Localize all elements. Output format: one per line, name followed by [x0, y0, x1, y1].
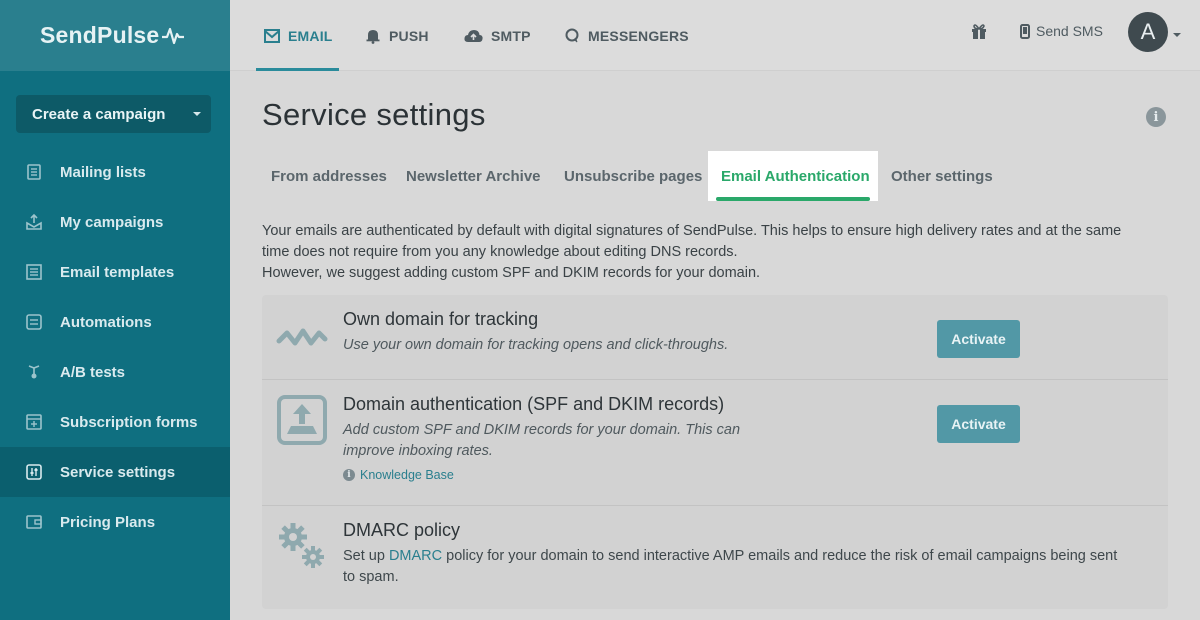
sidebar-item-my-campaigns[interactable]: My campaigns — [0, 197, 230, 247]
main-content: Service settings i From addresses Newsle… — [230, 71, 1200, 620]
create-campaign-button[interactable]: Create a campaign — [16, 95, 211, 133]
sidebar-item-label: Pricing Plans — [60, 513, 156, 531]
sidebar-item-email-templates[interactable]: Email templates — [0, 247, 230, 297]
intro-line: Your emails are authenticated by default… — [262, 223, 1122, 239]
cloud-upload-icon — [464, 29, 483, 42]
desc-text: policy for your domain to send interacti… — [442, 548, 1118, 564]
tab-other-settings[interactable]: Other settings — [878, 151, 1006, 201]
page-title: Service settings — [262, 97, 486, 132]
send-sms-label: Send SMS — [1036, 23, 1103, 39]
templates-icon — [24, 262, 44, 282]
info-icon: i — [343, 469, 355, 481]
tab-label: Email Authentication — [721, 167, 870, 185]
phone-icon — [1020, 23, 1030, 39]
send-sms-button[interactable]: Send SMS — [1020, 0, 1103, 62]
tab-label: From addresses — [271, 167, 387, 185]
tab-label: EMAIL — [288, 27, 333, 44]
intro-text: Your emails are authenticated by default… — [262, 221, 1162, 284]
row-title: Own domain for tracking — [343, 309, 539, 329]
intro-line: However, we suggest adding custom SPF an… — [262, 265, 761, 281]
domain-auth-row: Domain authentication (SPF and DKIM reco… — [262, 380, 1168, 506]
row-description-line: Add custom SPF and DKIM records for your… — [343, 422, 741, 438]
gift-icon[interactable] — [970, 22, 988, 45]
tab-email[interactable]: EMAIL — [264, 0, 333, 71]
ab-tests-icon — [24, 362, 44, 382]
tab-label: PUSH — [389, 27, 429, 44]
knowledge-base-link[interactable]: i Knowledge Base — [343, 468, 454, 482]
forms-icon — [24, 412, 44, 432]
row-description-line: Set up DMARC policy for your domain to s… — [343, 546, 1153, 567]
gears-icon — [279, 523, 324, 568]
sidebar-item-automations[interactable]: Automations — [0, 297, 230, 347]
sidebar-item-service-settings[interactable]: Service settings — [0, 447, 230, 497]
sidebar-item-label: Subscription forms — [60, 413, 198, 431]
pulse-icon — [162, 27, 185, 44]
auth-options-panel: Own domain for tracking Use your own dom… — [262, 295, 1168, 609]
intro-line: time does not require from you any knowl… — [262, 244, 738, 260]
tab-unsubscribe-pages[interactable]: Unsubscribe pages — [551, 151, 715, 201]
avatar[interactable]: A — [1128, 12, 1168, 52]
tracking-domain-row: Own domain for tracking Use your own dom… — [262, 295, 1168, 380]
pulse-wave-icon — [276, 328, 328, 346]
bell-icon — [366, 29, 380, 44]
desc-text: Set up — [343, 548, 389, 564]
logo[interactable]: SendPulse — [0, 0, 230, 71]
tab-label: Unsubscribe pages — [564, 167, 703, 185]
wallet-icon — [24, 512, 44, 532]
info-icon[interactable]: i — [1146, 107, 1166, 127]
sidebar-item-ab-tests[interactable]: A/B tests — [0, 347, 230, 397]
sidebar-item-mailing-lists[interactable]: Mailing lists — [0, 147, 230, 197]
avatar-letter: A — [1140, 19, 1156, 44]
tab-push[interactable]: PUSH — [365, 0, 429, 71]
row-title: Domain authentication (SPF and DKIM reco… — [343, 394, 725, 414]
sidebar-item-subscription-forms[interactable]: Subscription forms — [0, 397, 230, 447]
knowledge-base-label: Knowledge Base — [360, 468, 454, 482]
logo-text: SendPulse — [40, 22, 160, 48]
sidebar-item-label: A/B tests — [60, 363, 126, 381]
row-description-line: improve inboxing rates. — [343, 443, 493, 459]
row-title: DMARC policy — [343, 520, 461, 540]
automations-icon — [24, 312, 44, 332]
row-description: Set up DMARC policy for your domain to s… — [343, 546, 1153, 588]
tab-label: SMTP — [491, 27, 531, 44]
sidebar-item-label: Mailing lists — [60, 163, 146, 181]
upload-document-icon — [277, 395, 327, 445]
sidebar-item-label: Automations — [60, 313, 152, 331]
dmarc-link[interactable]: DMARC — [389, 548, 442, 564]
settings-icon — [24, 462, 44, 482]
tab-newsletter-archive[interactable]: Newsletter Archive — [393, 151, 554, 201]
row-description: Use your own domain for tracking opens a… — [343, 337, 729, 353]
top-navigation: EMAIL PUSH SMTP MESSENGERS Send SMS A — [230, 0, 1200, 71]
dmarc-row: DMARC policy Set up DMARC policy for you… — [262, 506, 1168, 609]
sidebar: SendPulse Create a campaign Mailing list… — [0, 0, 230, 620]
sidebar-item-label: Email templates — [60, 263, 175, 281]
chevron-down-icon[interactable] — [193, 112, 201, 116]
tab-smtp[interactable]: SMTP — [464, 0, 531, 71]
row-description-line: to spam. — [343, 569, 399, 585]
sidebar-item-pricing-plans[interactable]: Pricing Plans — [0, 497, 230, 547]
sidebar-nav: Mailing lists My campaigns Email templat… — [0, 147, 230, 547]
campaigns-icon — [24, 212, 44, 232]
row-description: Add custom SPF and DKIM records for your… — [343, 420, 740, 462]
sidebar-item-label: My campaigns — [60, 213, 164, 231]
mailing-lists-icon — [24, 162, 44, 182]
create-campaign-label: Create a campaign — [32, 105, 166, 123]
tab-from-addresses[interactable]: From addresses — [258, 151, 400, 201]
activate-button[interactable]: Activate — [937, 320, 1020, 358]
tab-email-authentication[interactable]: Email Authentication — [708, 151, 878, 201]
chevron-down-icon[interactable] — [1173, 33, 1181, 37]
active-tab-underline — [716, 197, 870, 201]
tab-label: Other settings — [891, 167, 993, 185]
tab-messengers[interactable]: MESSENGERS — [564, 0, 689, 71]
tab-label: MESSENGERS — [588, 27, 689, 44]
activate-button[interactable]: Activate — [937, 405, 1020, 443]
envelope-icon — [264, 28, 280, 43]
sidebar-item-label: Service settings — [60, 463, 176, 481]
tab-label: Newsletter Archive — [406, 167, 541, 185]
chat-icon — [565, 28, 579, 42]
